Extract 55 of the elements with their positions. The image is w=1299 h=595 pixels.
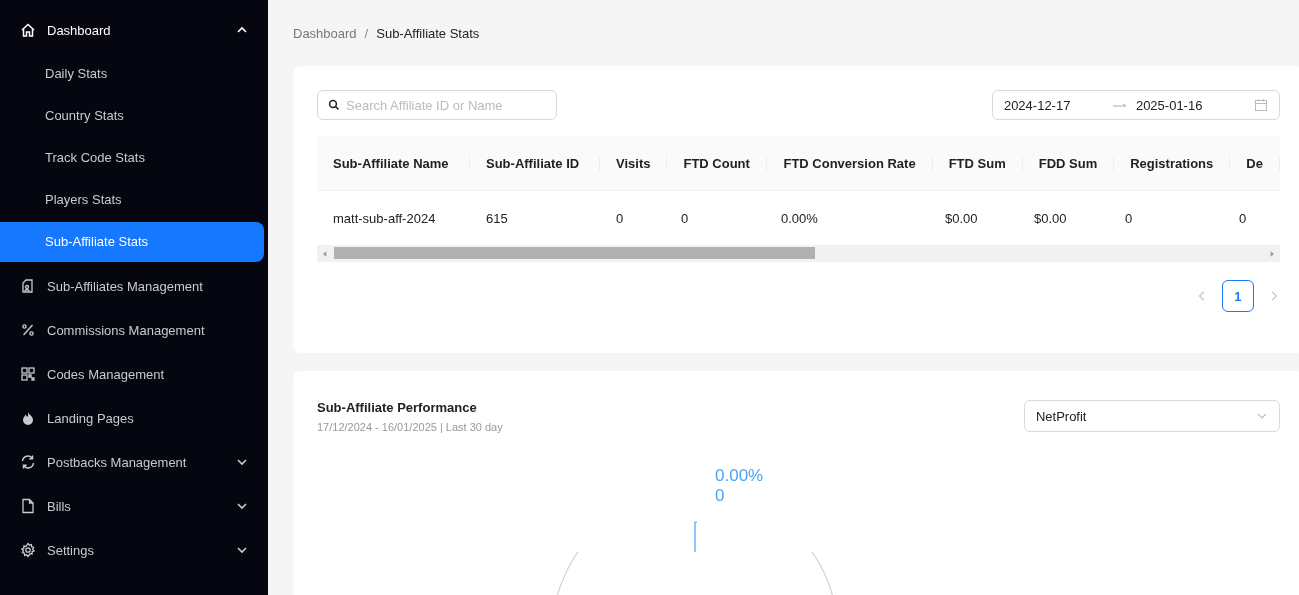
table-cell-text: $0.00: [1033, 210, 1068, 226]
calendar-icon: [1253, 98, 1268, 112]
user-document-icon: [20, 278, 36, 294]
leader-line: [694, 521, 698, 553]
search-icon: [328, 99, 340, 111]
column-header: FTD Count: [667, 155, 768, 171]
pie-label: 0: [715, 486, 725, 506]
table-cell-text: 615: [485, 210, 509, 226]
table-cell-text: 0: [1238, 210, 1248, 226]
page-button[interactable]: 1: [1221, 280, 1254, 312]
table-cell-text: $0.00: [944, 210, 979, 226]
breadcrumb-separator: /: [364, 25, 369, 41]
nav-item[interactable]: Sub-Affiliates Management: [0, 264, 268, 308]
date-range-field[interactable]: 2024-12-17 2025-01-16: [991, 90, 1280, 120]
nav-item[interactable]: Postbacks Management: [0, 440, 268, 484]
pie-label: 0.00%: [715, 466, 764, 486]
sync-icon: [20, 454, 36, 470]
home-icon: [20, 22, 36, 38]
table-cell-text: 0: [1124, 210, 1134, 226]
column-header: Registrations: [1114, 155, 1231, 171]
nav-item[interactable]: Bills: [0, 484, 268, 528]
flame-icon: [20, 410, 36, 426]
column-header: Sub-Affiliate ID: [470, 155, 600, 171]
nav-item[interactable]: Commissions Management: [0, 308, 268, 352]
column-header: Sub-Affiliate Name: [317, 155, 470, 171]
table-cell-text: 0: [615, 210, 625, 226]
breadcrumb-link[interactable]: Dashboard: [293, 25, 357, 41]
horizontal-scrollbar[interactable]: [317, 245, 1280, 262]
nav-item[interactable]: Landing Pages: [0, 396, 268, 440]
nav-item[interactable]: Settings: [0, 528, 268, 572]
file-icon: [20, 498, 36, 514]
column-header: FDD Sum: [1022, 155, 1115, 171]
nav-item[interactable]: Dashboard: [0, 8, 268, 52]
nav-item[interactable]: Sub-Affiliate Stats: [0, 222, 264, 262]
column-header: FTD Conversion Rate: [767, 155, 933, 171]
nav-item[interactable]: Codes Management: [0, 352, 268, 396]
scroll-left-icon[interactable]: [321, 249, 329, 258]
nav-item[interactable]: Country Stats: [0, 96, 264, 136]
nav-item[interactable]: Daily Stats: [0, 54, 264, 94]
table-cell-text: 0: [680, 210, 690, 226]
percent-icon: [20, 322, 36, 338]
card-title: Sub-Affiliate Performance: [317, 400, 478, 415]
qr-code-icon: [20, 366, 36, 382]
arrow-right-icon: [1111, 101, 1128, 109]
column-header: Visits: [600, 155, 668, 171]
column-header: De: [1230, 155, 1280, 171]
table-cell-text: 0.00%: [780, 210, 819, 226]
date-range-text: 17/12/2024 - 16/01/2025 | Last 30 day: [317, 421, 503, 433]
metric-select[interactable]: NetProfit: [1023, 400, 1280, 432]
nav-item[interactable]: Players Stats: [0, 180, 264, 220]
nav-item[interactable]: Track Code Stats: [0, 138, 264, 178]
settings-icon: [20, 542, 36, 558]
table-cell-text: matt-sub-aff-2024: [332, 210, 437, 226]
search-field[interactable]: Search Affiliate ID or Name: [317, 90, 557, 120]
column-header: FTD Sum: [932, 155, 1023, 171]
